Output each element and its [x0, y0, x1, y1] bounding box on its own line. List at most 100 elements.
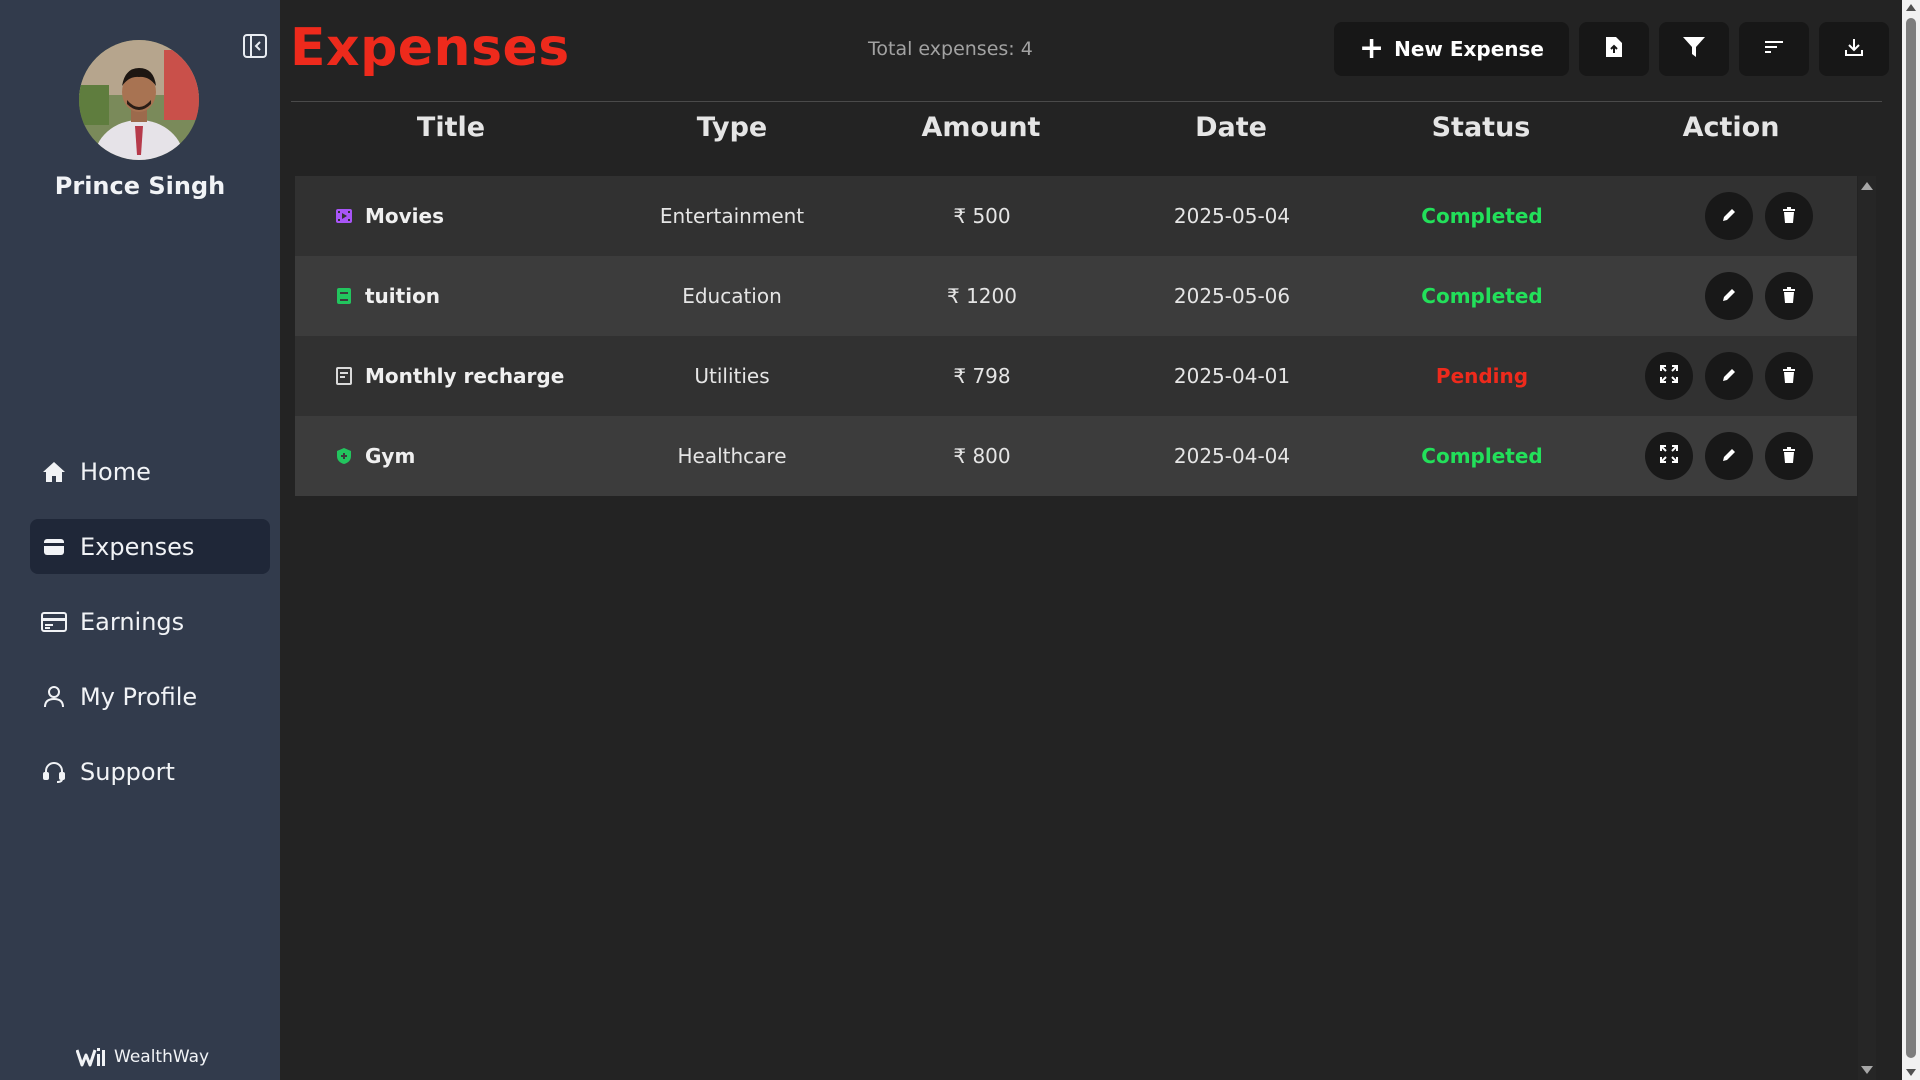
sidebar-item-home[interactable]: Home [30, 444, 270, 499]
download-button[interactable] [1819, 22, 1889, 76]
page-scroll-down-arrow-icon[interactable] [1906, 1069, 1916, 1076]
sidebar-item-earnings[interactable]: Earnings [30, 594, 270, 649]
sidebar-item-my-profile[interactable]: My Profile [30, 669, 270, 724]
status-badge: Completed [1421, 204, 1543, 228]
sort-button[interactable] [1739, 22, 1809, 76]
table-row[interactable]: Gym Healthcare ₹ 800 2025-04-04 Complete… [295, 416, 1857, 496]
column-header-status[interactable]: Status [1353, 108, 1609, 154]
sidebar-item-label: Earnings [80, 607, 185, 636]
edit-button[interactable] [1705, 432, 1753, 480]
import-file-button[interactable] [1579, 22, 1649, 76]
column-header-amount[interactable]: Amount [853, 108, 1109, 154]
collapse-sidebar-icon[interactable] [241, 32, 269, 60]
trash-icon [1782, 444, 1796, 468]
status-badge: Completed [1421, 284, 1543, 308]
sidebar-item-support[interactable]: Support [30, 744, 270, 799]
sidebar-item-label: Support [80, 757, 175, 786]
wallet-icon [40, 533, 68, 561]
row-title: Monthly recharge [365, 364, 565, 388]
row-type: Entertainment [659, 204, 805, 228]
row-title: Gym [365, 444, 416, 468]
trash-icon [1782, 364, 1796, 388]
trash-icon [1782, 204, 1796, 228]
pencil-icon [1721, 204, 1737, 228]
row-amount: ₹ 800 [953, 444, 1011, 468]
sidebar-item-label: Expenses [80, 532, 195, 561]
sort-icon [1764, 39, 1784, 59]
brand[interactable]: WealthWay [75, 1046, 210, 1068]
sidebar: Prince Singh Home Expenses Earnings My P… [0, 0, 280, 1080]
card-icon [40, 608, 68, 636]
header-divider [291, 101, 1882, 102]
pencil-icon [1721, 284, 1737, 308]
column-header-title[interactable]: Title [291, 108, 611, 154]
row-title: Movies [365, 204, 445, 228]
film-icon [335, 207, 353, 225]
filter-icon [1682, 36, 1706, 62]
expand-button[interactable] [1645, 432, 1693, 480]
row-title: tuition [365, 284, 441, 308]
pencil-icon [1721, 364, 1737, 388]
table-row[interactable]: Movies Entertainment ₹ 500 2025-05-04 Co… [295, 176, 1857, 256]
user-icon [40, 683, 68, 711]
headset-icon [40, 758, 68, 786]
download-icon [1844, 37, 1864, 61]
user-name: Prince Singh [54, 172, 226, 200]
page-title: Expenses [290, 18, 570, 78]
pencil-icon [1721, 444, 1737, 468]
scroll-down-arrow-icon[interactable] [1861, 1066, 1873, 1074]
row-type: Education [682, 284, 782, 308]
file-import-icon [1605, 36, 1623, 62]
shield-icon [335, 447, 353, 465]
status-badge: Completed [1421, 444, 1543, 468]
receipt-icon [335, 367, 353, 385]
edit-button[interactable] [1705, 192, 1753, 240]
table-row[interactable]: tuition Education ₹ 1200 2025-05-06 Comp… [295, 256, 1857, 336]
delete-button[interactable] [1765, 432, 1813, 480]
avatar[interactable] [79, 40, 199, 160]
column-header-date[interactable]: Date [1109, 108, 1353, 154]
scroll-up-arrow-icon[interactable] [1861, 182, 1873, 190]
new-expense-label: New Expense [1394, 37, 1544, 61]
row-amount: ₹ 1200 [947, 284, 1017, 308]
expenses-table: Movies Entertainment ₹ 500 2025-05-04 Co… [295, 176, 1857, 496]
row-amount: ₹ 798 [953, 364, 1011, 388]
sidebar-nav: Home Expenses Earnings My Profile Suppor… [30, 444, 270, 819]
delete-button[interactable] [1765, 352, 1813, 400]
delete-button[interactable] [1765, 192, 1813, 240]
table-row[interactable]: Monthly recharge Utilities ₹ 798 2025-04… [295, 336, 1857, 416]
row-type: Healthcare [677, 444, 787, 468]
page-scroll-up-arrow-icon[interactable] [1906, 4, 1916, 11]
row-date: 2025-04-04 [1173, 444, 1291, 468]
expand-icon [1660, 364, 1678, 388]
trash-icon [1782, 284, 1796, 308]
brand-name: WealthWay [114, 1047, 210, 1067]
plus-icon: + [1358, 31, 1385, 66]
sidebar-item-expenses[interactable]: Expenses [30, 519, 270, 574]
home-icon [40, 458, 68, 486]
toolbar: + New Expense [1333, 22, 1889, 76]
sidebar-item-label: Home [80, 457, 151, 486]
edit-button[interactable] [1705, 352, 1753, 400]
status-badge: Pending [1435, 364, 1529, 388]
table-header: Title Type Amount Date Status Action [291, 108, 1882, 154]
column-header-action: Action [1682, 112, 1780, 143]
row-type: Utilities [694, 364, 770, 388]
brand-logo-icon [75, 1046, 106, 1068]
filter-button[interactable] [1659, 22, 1729, 76]
expand-button[interactable] [1645, 352, 1693, 400]
table-scrollbar[interactable] [1858, 176, 1876, 1080]
expand-icon [1660, 444, 1678, 468]
column-header-type[interactable]: Type [611, 108, 853, 154]
new-expense-button[interactable]: + New Expense [1333, 22, 1569, 76]
delete-button[interactable] [1765, 272, 1813, 320]
row-date: 2025-05-04 [1173, 204, 1291, 228]
page-scrollbar[interactable] [1902, 0, 1920, 1080]
total-expenses-count: Total expenses: 4 [868, 38, 1033, 60]
row-amount: ₹ 500 [953, 204, 1011, 228]
page-scroll-thumb[interactable] [1906, 18, 1916, 1058]
book-icon [335, 287, 353, 305]
sidebar-item-label: My Profile [80, 682, 198, 711]
row-date: 2025-05-06 [1173, 284, 1291, 308]
edit-button[interactable] [1705, 272, 1753, 320]
